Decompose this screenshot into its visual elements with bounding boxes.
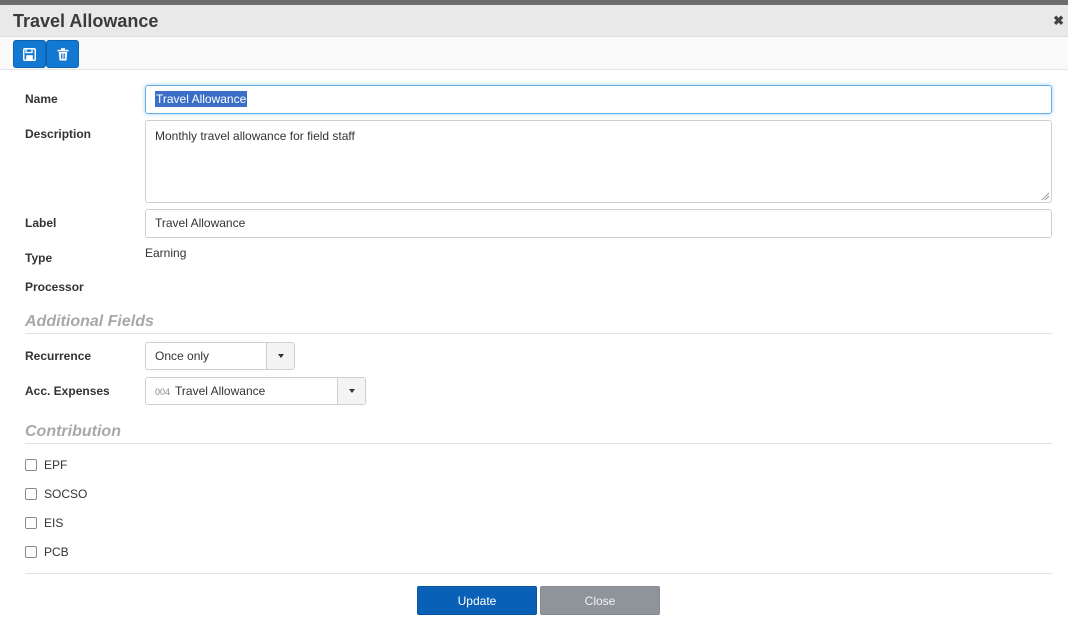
socso-checkbox[interactable] [25,488,37,500]
label-label: Label [25,216,57,230]
acc-expenses-label: Acc. Expenses [25,384,110,398]
label-input[interactable]: Travel Allowance [145,209,1052,238]
socso-label: SOCSO [44,487,88,501]
resize-grip-icon[interactable] [1041,192,1050,201]
acc-expenses-select[interactable]: 004 Travel Allowance [145,377,366,405]
toolbar [0,37,1068,70]
type-value: Earning [145,246,187,260]
save-button[interactable] [13,40,46,68]
socso-checkbox-row[interactable]: SOCSO [25,487,87,501]
trash-icon [57,47,68,60]
dialog-title: Travel Allowance [13,11,159,31]
eis-checkbox[interactable] [25,517,37,529]
name-input[interactable]: Travel Allowance [145,85,1052,114]
dialog-titlebar: Travel Allowance ✖ [0,5,1068,37]
close-button[interactable]: Close [540,586,660,615]
update-button[interactable]: Update [417,586,537,615]
close-icon[interactable]: ✖ [1053,13,1064,29]
pcb-label: PCB [44,545,69,559]
recurrence-select[interactable]: Once only [145,342,295,370]
label-input-value: Travel Allowance [155,216,246,230]
pcb-checkbox[interactable] [25,546,37,558]
acc-expenses-code: 004 [155,387,171,397]
contribution-heading: Contribution [25,423,1052,444]
additional-fields-heading: Additional Fields [25,313,1052,334]
eis-checkbox-row[interactable]: EIS [25,516,63,530]
footer-divider [25,573,1052,574]
acc-expenses-display: 004 Travel Allowance [146,378,337,404]
floppy-disk-icon [23,47,36,61]
eis-label: EIS [44,516,64,530]
recurrence-label: Recurrence [25,349,92,363]
description-value: Monthly travel allowance for field staff [155,129,355,143]
name-input-value: Travel Allowance [155,91,248,107]
chevron-down-icon[interactable] [337,378,365,404]
epf-checkbox-row[interactable]: EPF [25,458,67,472]
description-label: Description [25,127,92,141]
chevron-down-icon[interactable] [266,343,294,369]
acc-expenses-value: Travel Allowance [175,384,266,398]
description-textarea[interactable]: Monthly travel allowance for field staff [145,120,1052,203]
epf-label: EPF [44,458,68,472]
epf-checkbox[interactable] [25,459,37,471]
delete-button[interactable] [46,40,79,68]
pcb-checkbox-row[interactable]: PCB [25,545,69,559]
type-label: Type [25,251,53,265]
processor-label: Processor [25,280,84,294]
recurrence-value: Once only [155,349,210,363]
name-label: Name [25,92,58,106]
